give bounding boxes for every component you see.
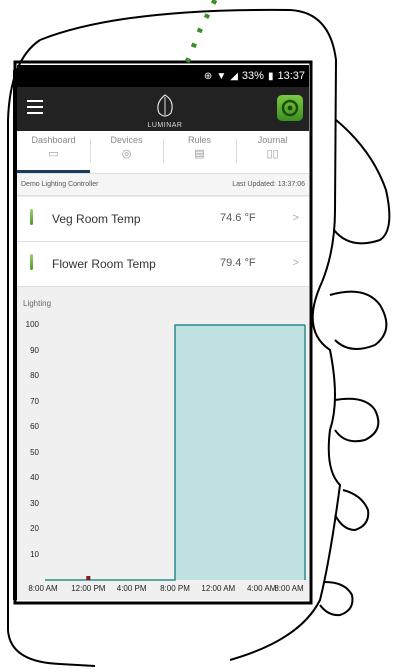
controller-header: Demo Lighting Controller Last Updated: 1… (17, 174, 309, 196)
tab-bar: Dashboard ▭ Devices ◎ Rules ▤ Journal ▯▯ (17, 131, 309, 174)
tab-label: Journal (257, 135, 288, 145)
chevron-right-icon: > (292, 257, 299, 269)
sensor-row[interactable]: Flower Room Temp 79.4 °F > (17, 242, 309, 287)
status-bar: ⊕ ▼ ◢ 33% ▮ 13:37 (17, 65, 309, 87)
lighting-chart: Lighting 10 20 30 40 50 60 70 80 90 100 8:00 AM 12… (17, 287, 309, 600)
list-icon: ▤ (194, 148, 205, 160)
app-bar: LUMINAR (17, 87, 309, 131)
chart-plot (45, 324, 306, 581)
sensor-value: 79.4 °F (220, 257, 256, 269)
thermometer-icon (30, 209, 33, 225)
device-icon: ◎ (121, 148, 132, 160)
signal-icon: ◢ (230, 70, 238, 82)
battery-level: 33% (241, 70, 264, 82)
monitor-icon: ▭ (48, 148, 59, 160)
sync-icon: ⊕ (203, 70, 213, 82)
last-updated: Last Updated: 13:37:06 (232, 181, 305, 188)
chevron-right-icon: > (292, 212, 299, 224)
x-tick-label: 12:00 PM (71, 584, 106, 593)
sensor-name: Flower Room Temp (52, 257, 156, 271)
tab-label: Devices (110, 135, 143, 145)
x-tick-label: 12:00 AM (201, 584, 236, 593)
hamburger-icon[interactable] (27, 100, 43, 114)
tab-label: Rules (187, 135, 211, 145)
sensor-name: Veg Room Temp (52, 212, 141, 226)
app-logo: LUMINAR (137, 91, 193, 129)
phone-screen: ⊕ ▼ ◢ 33% ▮ 13:37 LUMINAR Dashboard ▭ De… (17, 65, 309, 600)
tab-dashboard[interactable]: Dashboard ▭ (17, 131, 90, 173)
sensor-value: 74.6 °F (220, 212, 256, 224)
tab-label: Dashboard (31, 135, 76, 145)
wifi-icon: ▼ (216, 70, 227, 82)
leaf-logo-icon (157, 94, 173, 117)
x-tick-label: 8:00 AM (28, 584, 58, 593)
thermometer-icon (30, 254, 33, 270)
battery-icon: ▮ (267, 70, 274, 82)
tab-journal[interactable]: Journal ▯▯ (236, 131, 309, 173)
data-point-marker (86, 576, 91, 580)
tab-devices[interactable]: Devices ◎ (90, 131, 163, 173)
logo-text: LUMINAR (147, 122, 183, 129)
sensor-row[interactable]: Veg Room Temp 74.6 °F > (17, 197, 309, 242)
book-icon: ▯▯ (266, 148, 279, 160)
controller-name: Demo Lighting Controller (21, 181, 99, 188)
x-tick-label: 4:00 AM (246, 584, 277, 593)
gear-icon[interactable] (277, 95, 303, 121)
tab-rules[interactable]: Rules ▤ (163, 131, 236, 173)
x-tick-label: 8:00 AM (274, 584, 304, 593)
clock: 13:37 (277, 70, 305, 82)
x-tick-label: 4:00 PM (116, 584, 147, 593)
x-tick-label: 8:00 PM (160, 584, 190, 593)
